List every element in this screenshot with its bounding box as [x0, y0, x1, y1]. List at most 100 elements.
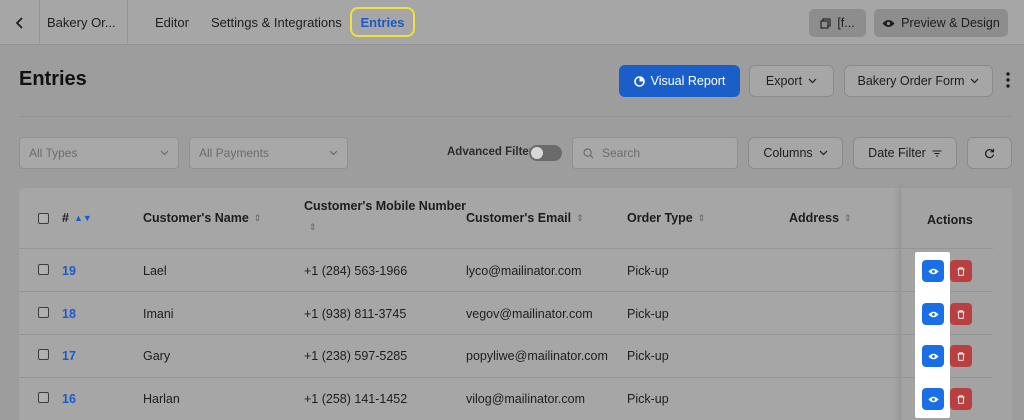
column-id-label: #	[62, 211, 69, 225]
delete-entry-button[interactable]	[950, 260, 972, 282]
row-id[interactable]: 19	[62, 264, 76, 278]
eye-icon	[928, 311, 938, 317]
chevron-down-icon	[808, 78, 817, 84]
advanced-filter-toggle[interactable]	[529, 145, 562, 161]
tab-entries[interactable]: Entries	[350, 7, 415, 37]
row-order-type: Pick-up	[627, 307, 669, 321]
row-id[interactable]: 17	[62, 349, 76, 363]
row-order-type: Pick-up	[627, 392, 669, 406]
chevron-down-icon	[819, 150, 828, 156]
preview-design-label: Preview & Design	[901, 16, 1000, 30]
payments-filter-select[interactable]: All Payments	[189, 137, 348, 169]
sort-icon[interactable]: ⇕	[254, 213, 262, 224]
row-checkbox[interactable]	[38, 264, 49, 275]
row-mobile: +1 (938) 811-3745	[304, 307, 407, 321]
sort-icon[interactable]: ⇕	[698, 213, 706, 224]
trash-icon	[957, 351, 965, 361]
row-checkbox[interactable]	[38, 392, 49, 403]
chevron-down-icon	[329, 150, 338, 156]
column-header-actions: Actions	[927, 213, 973, 227]
eye-icon	[882, 19, 895, 27]
eye-icon	[928, 353, 938, 359]
trash-icon	[957, 309, 965, 319]
column-order-type-label: Order Type	[627, 211, 693, 225]
visual-report-button[interactable]: Visual Report	[619, 65, 740, 97]
row-customer-name: Imani	[143, 307, 174, 321]
chevron-left-icon	[15, 16, 23, 29]
delete-entry-button[interactable]	[950, 388, 972, 410]
shortcode-button[interactable]: [f...	[809, 9, 866, 37]
search-icon	[583, 147, 594, 158]
preview-design-button[interactable]: Preview & Design	[874, 9, 1008, 37]
tab-settings-integrations[interactable]: Settings & Integrations	[211, 0, 342, 45]
delete-entry-button[interactable]	[950, 303, 972, 325]
view-entry-button[interactable]	[922, 388, 944, 410]
sort-icon[interactable]: ⇕	[576, 213, 584, 224]
header-divider	[19, 116, 1012, 117]
row-mobile: +1 (238) 597-5285	[304, 349, 408, 363]
export-label: Export	[765, 74, 803, 88]
export-button[interactable]: Export	[749, 65, 834, 97]
select-all-checkbox[interactable]	[38, 213, 49, 224]
column-header-id[interactable]: # ▲▼	[62, 211, 92, 225]
view-entry-button[interactable]	[922, 260, 944, 282]
tab-editor[interactable]: Editor	[155, 0, 189, 45]
row-order-type: Pick-up	[627, 349, 669, 363]
column-header-address[interactable]: Address ⇕	[789, 211, 852, 225]
more-options-icon[interactable]	[1002, 69, 1014, 91]
types-placeholder: All Types	[29, 146, 78, 160]
chevron-down-icon	[160, 150, 169, 156]
back-button[interactable]	[0, 0, 40, 45]
row-customer-name: Gary	[143, 349, 171, 363]
row-id[interactable]: 16	[62, 392, 76, 406]
copy-icon	[820, 17, 831, 29]
page-title: Entries	[19, 68, 87, 90]
column-header-email[interactable]: Customer's Email ⇕	[466, 211, 584, 225]
column-header-mobile[interactable]: Customer's Mobile Number	[304, 199, 466, 213]
sort-icon[interactable]: ▲▼	[74, 213, 92, 223]
refresh-button[interactable]	[967, 137, 1012, 169]
row-email: vegov@mailinator.com	[466, 307, 593, 321]
sort-icon[interactable]: ⇕	[844, 213, 852, 224]
row-customer-name: Harlan	[143, 392, 180, 406]
view-entry-button[interactable]	[922, 303, 944, 325]
column-name-label: Customer's Name	[143, 211, 249, 225]
date-filter-button[interactable]: Date Filter	[853, 137, 957, 169]
row-email: lyco@mailinator.com	[466, 264, 582, 278]
row-divider	[19, 248, 993, 249]
form-select-dropdown[interactable]: Bakery Order Form	[844, 65, 993, 97]
row-order-type: Pick-up	[627, 264, 669, 278]
pie-chart-icon	[633, 75, 645, 87]
row-checkbox[interactable]	[38, 307, 49, 318]
column-email-label: Customer's Email	[466, 211, 572, 225]
top-navigation-bar: Bakery Or... Editor Settings & Integrati…	[0, 0, 1024, 45]
form-select-label: Bakery Order Form	[857, 74, 965, 88]
row-mobile: +1 (284) 563-1966	[304, 264, 408, 278]
refresh-icon	[985, 148, 995, 158]
column-header-name[interactable]: Customer's Name ⇕	[143, 211, 261, 225]
eye-icon	[928, 396, 938, 402]
column-actions-label: Actions	[927, 213, 973, 227]
row-id[interactable]: 18	[62, 307, 76, 321]
eye-icon	[928, 268, 938, 274]
toggle-knob	[531, 147, 543, 159]
row-checkbox[interactable]	[38, 349, 49, 360]
row-divider	[19, 377, 993, 378]
payments-placeholder: All Payments	[199, 146, 270, 160]
row-email: popyliwe@mailinator.com	[466, 349, 608, 363]
row-email: vilog@mailinator.com	[466, 392, 585, 406]
form-name[interactable]: Bakery Or...	[40, 0, 128, 45]
sort-icon[interactable]: ⇕	[309, 222, 317, 233]
search-input[interactable]: Search	[572, 137, 738, 169]
view-entry-button[interactable]	[922, 345, 944, 367]
delete-entry-button[interactable]	[950, 345, 972, 367]
columns-label: Columns	[763, 146, 813, 160]
columns-button[interactable]: Columns	[748, 137, 843, 169]
search-placeholder: Search	[602, 146, 641, 160]
column-address-label: Address	[789, 211, 840, 225]
types-filter-select[interactable]: All Types	[19, 137, 179, 169]
row-mobile: +1 (258) 141-1452	[304, 392, 408, 406]
row-customer-name: Lael	[143, 264, 167, 278]
column-header-order-type[interactable]: Order Type ⇕	[627, 211, 705, 225]
trash-icon	[957, 266, 965, 276]
